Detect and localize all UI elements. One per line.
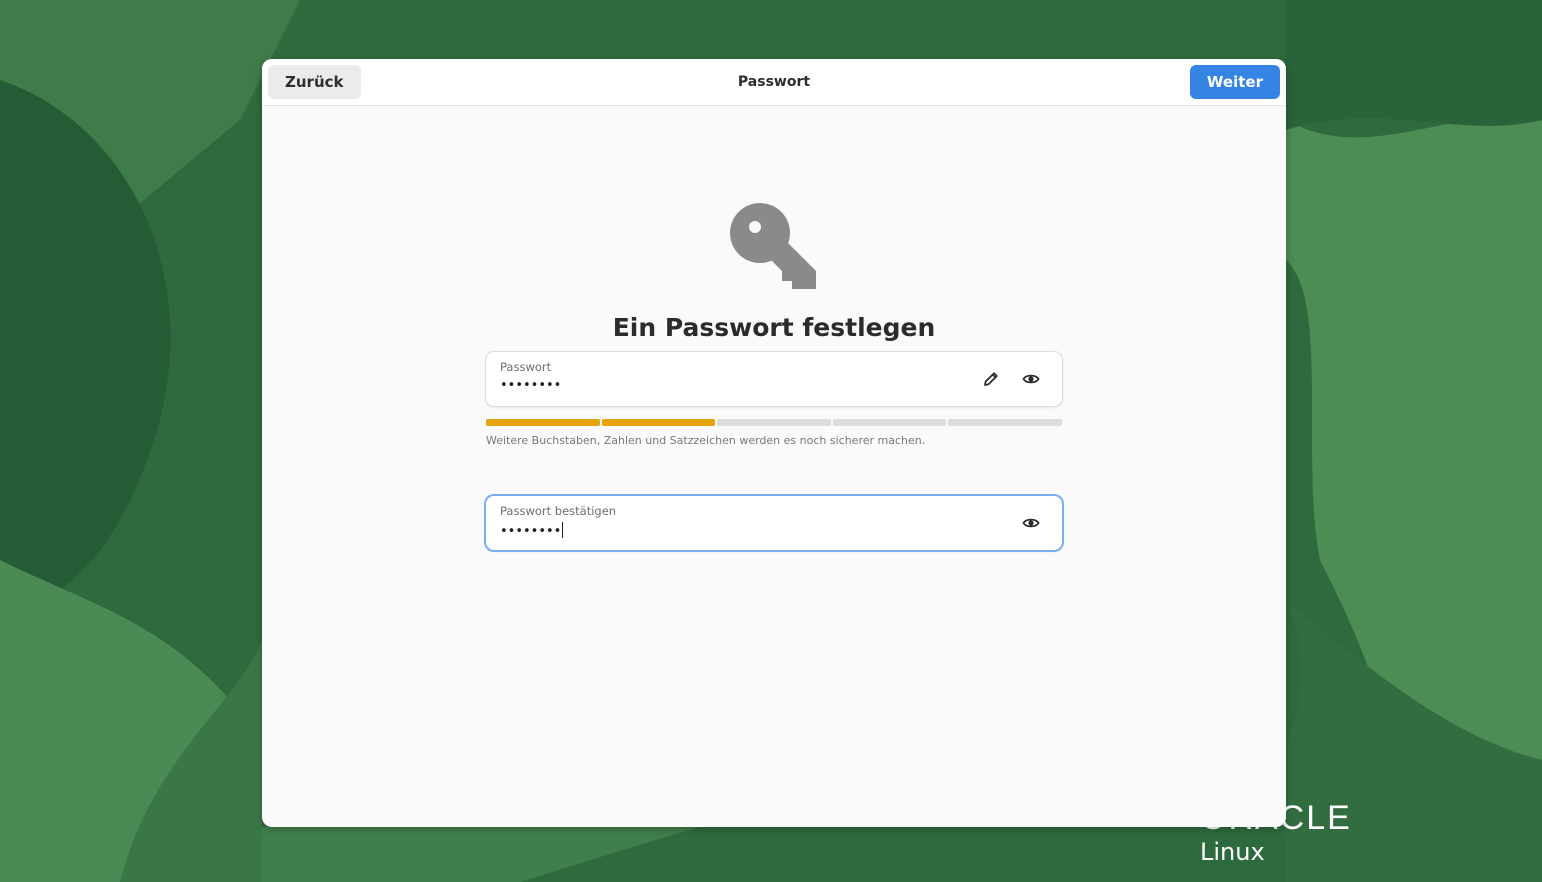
password-field[interactable]: Passwort •••••••• — [486, 352, 1062, 406]
setup-window: Zurück Passwort Weiter Ein Passwort fest… — [262, 59, 1286, 827]
content-area: Ein Passwort festlegen Seien Sie vorsich… — [262, 106, 1286, 827]
confirm-password-value: •••••••• — [500, 524, 562, 539]
next-button[interactable]: Weiter — [1189, 65, 1280, 99]
strength-segment — [601, 419, 716, 426]
strength-segment — [486, 419, 600, 426]
heading: Ein Passwort festlegen — [612, 313, 936, 342]
password-label: Passwort — [500, 360, 552, 374]
brand-sub: Linux — [1200, 838, 1265, 866]
key-icon — [730, 203, 816, 289]
confirm-password-field[interactable]: Passwort bestätigen •••••••• — [486, 496, 1062, 550]
text-caret — [562, 522, 564, 538]
password-strength-bar — [486, 419, 1062, 427]
confirm-password-label: Passwort bestätigen — [500, 504, 617, 518]
strength-hint: Weitere Buchstaben, Zahlen und Satzzeich… — [486, 434, 926, 447]
strength-segment — [717, 419, 831, 426]
header-bar: Zurück Passwort Weiter — [262, 59, 1286, 106]
strength-segment — [832, 419, 947, 426]
eye-icon[interactable] — [1020, 368, 1042, 390]
confirm-password-input[interactable]: •••••••• — [500, 522, 564, 539]
pencil-icon[interactable] — [980, 368, 1002, 390]
eye-icon[interactable] — [1020, 512, 1042, 534]
strength-segment — [948, 419, 1062, 426]
page-title: Passwort — [737, 74, 811, 90]
password-input[interactable]: •••••••• — [500, 378, 561, 393]
